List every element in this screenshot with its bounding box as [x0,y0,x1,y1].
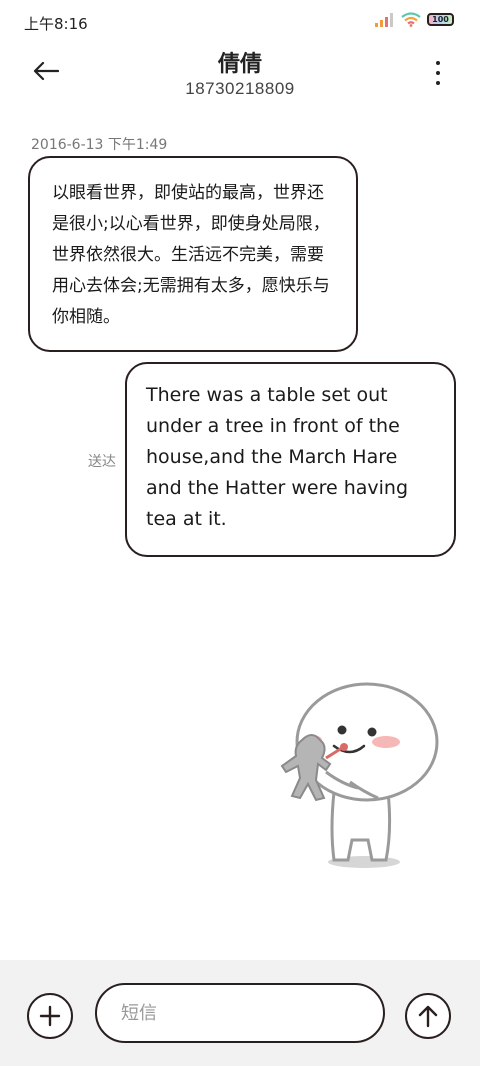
plus-icon [39,1005,61,1027]
contact-phone: 18730218809 [185,79,295,98]
sticker-image [280,682,439,868]
status-bar: 上午8:16 100 [0,0,480,46]
delivery-status: 送达 [88,454,116,470]
add-attachment-button[interactable] [27,993,73,1039]
more-dot-icon [436,61,440,65]
status-time: 上午8:16 [24,15,88,33]
message-input[interactable] [95,983,385,1043]
outgoing-message-bubble[interactable]: There was a table set out under a tree i… [125,362,456,557]
message-timestamp: 2016-6-13 下午1:49 [31,137,168,153]
composer-bar [0,960,480,1066]
more-dot-icon [436,81,440,85]
more-dot-icon [436,71,440,75]
battery-level: 100 [432,15,449,24]
battery-icon: 100 [427,13,454,26]
wifi-icon [401,12,421,27]
status-icons: 100 [375,12,454,27]
incoming-message-text: 以眼看世界，即使站的最高，世界还是很小;以心看世界，即使身处局限，世界依然很大。… [52,183,330,327]
send-button[interactable] [405,993,451,1039]
signal-icon [375,12,393,27]
send-arrow-up-icon [418,1005,438,1028]
contact-name: 倩倩 [217,52,262,77]
more-options-button[interactable] [428,58,448,88]
outgoing-message-text: There was a table set out under a tree i… [146,384,409,530]
incoming-message-bubble[interactable]: 以眼看世界，即使站的最高，世界还是很小;以心看世界，即使身处局限，世界依然很大。… [28,156,358,352]
conversation-header: 倩倩 18730218809 [0,46,480,106]
